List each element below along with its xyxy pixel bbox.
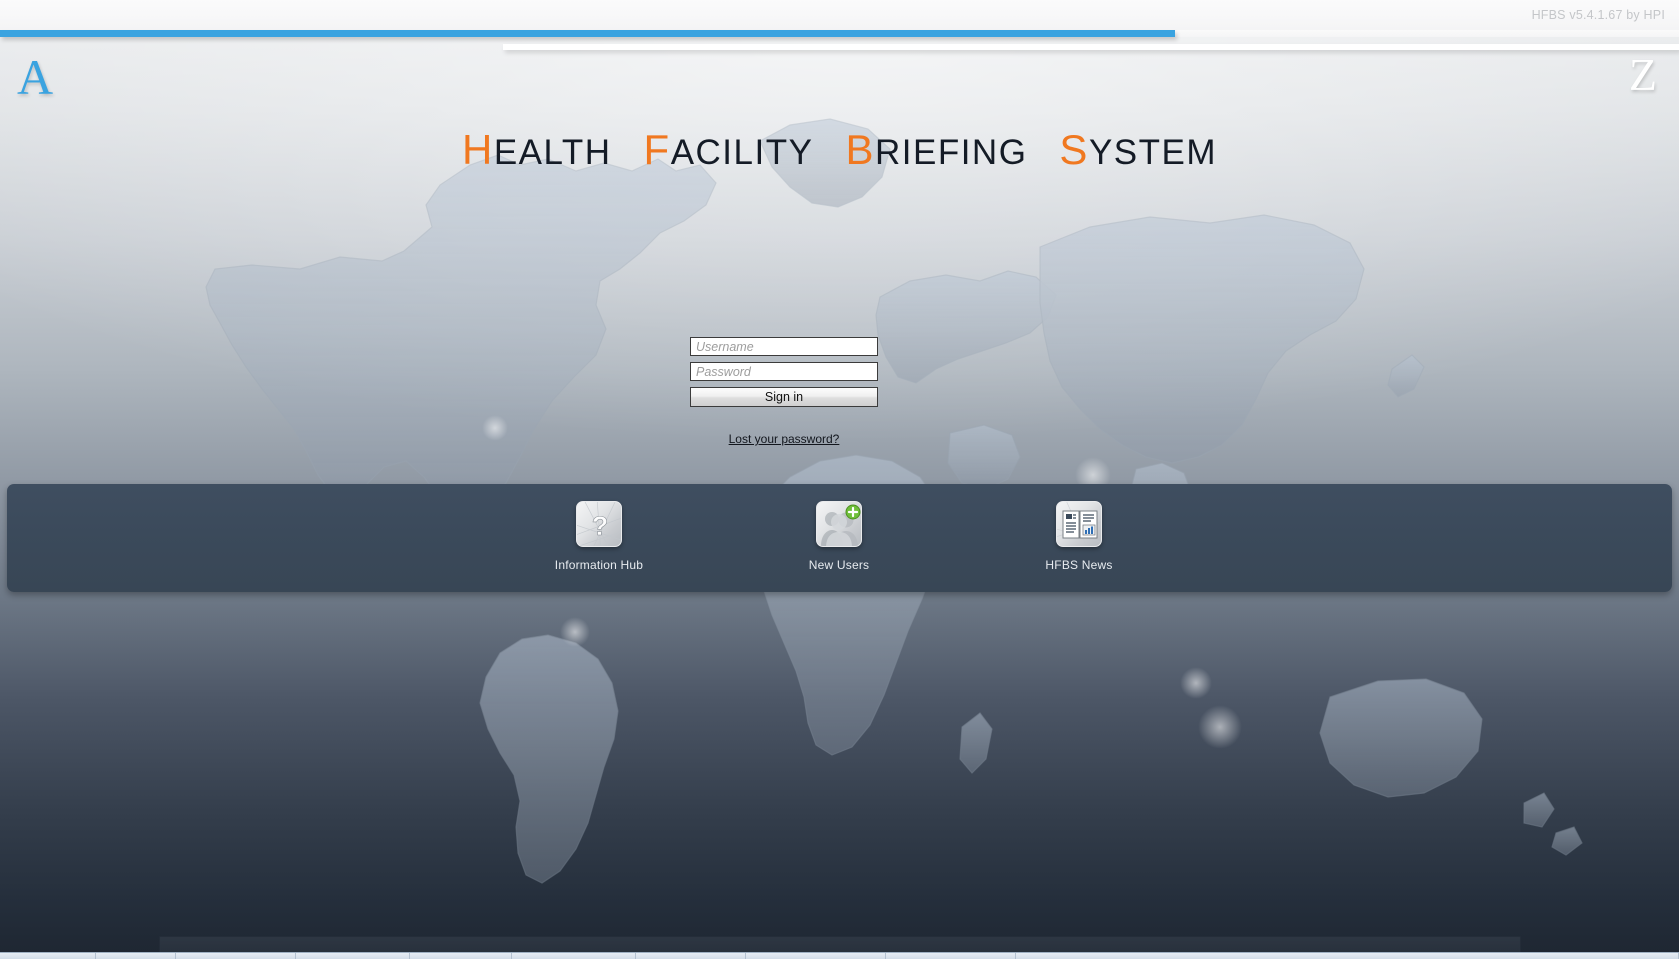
action-item-label: Information Hub <box>554 558 644 572</box>
action-item-new-users[interactable]: New Users <box>759 484 919 572</box>
taskbar-empty-area <box>1016 953 1679 959</box>
taskbar-button[interactable] <box>176 953 296 959</box>
page-title: HEALTH FACILITY BRIEFING SYSTEM <box>0 126 1679 174</box>
title-rest-letters: YSTEM <box>1088 133 1218 172</box>
action-item-hfbs-news[interactable]: HFBS News <box>999 484 1159 572</box>
top-chrome-strip <box>0 0 1679 30</box>
question-mark-icon: ? ? <box>576 501 622 547</box>
title-word-health: HEALTH <box>462 126 612 173</box>
white-accent-rule <box>503 44 1679 50</box>
taskbar-button[interactable] <box>512 953 636 959</box>
action-band-items: ? ? Information Hub New Users HFBS News <box>7 484 1672 592</box>
title-word-briefing: BRIEFING <box>845 126 1028 173</box>
newspaper-icon <box>1056 501 1102 547</box>
blue-accent-rule <box>0 30 1175 37</box>
action-item-label: New Users <box>808 558 870 572</box>
corner-letter-a: A <box>17 49 54 105</box>
action-item-information-hub[interactable]: ? ? Information Hub <box>519 484 679 572</box>
title-lead-letter: S <box>1059 126 1089 173</box>
taskbar-button[interactable] <box>886 953 1016 959</box>
os-taskbar <box>0 952 1679 959</box>
user-add-icon <box>816 501 862 547</box>
title-rest-letters: EALTH <box>493 133 612 172</box>
title-word-system: SYSTEM <box>1059 126 1218 173</box>
taskbar-button[interactable] <box>96 953 176 959</box>
action-item-label: HFBS News <box>1045 558 1113 572</box>
login-page: HFBS v5.4.1.67 by HPI A Z HEALTH FACILIT… <box>0 0 1679 959</box>
taskbar-button[interactable] <box>746 953 886 959</box>
login-form: Sign in <box>690 337 878 407</box>
title-lead-letter: B <box>845 126 875 173</box>
lost-password-link[interactable]: Lost your password? <box>690 432 878 446</box>
svg-text:?: ? <box>592 511 609 541</box>
title-lead-letter: H <box>461 126 494 173</box>
action-band: ? ? Information Hub New Users HFBS News <box>7 484 1672 592</box>
taskbar-button[interactable] <box>0 953 96 959</box>
taskbar-button[interactable] <box>636 953 746 959</box>
title-word-facility: FACILITY <box>644 126 814 173</box>
taskbar-button[interactable] <box>410 953 512 959</box>
title-lead-letter: F <box>643 126 671 173</box>
top-rule-tail <box>1175 30 1679 37</box>
password-input[interactable] <box>690 362 878 381</box>
taskbar-button[interactable] <box>296 953 410 959</box>
username-input[interactable] <box>690 337 878 356</box>
title-rest-letters: RIEFING <box>874 133 1028 172</box>
version-text: HFBS v5.4.1.67 by HPI <box>1531 8 1665 22</box>
title-rest-letters: ACILITY <box>670 133 814 172</box>
sign-in-button[interactable]: Sign in <box>690 387 878 407</box>
corner-letter-z: Z <box>1628 49 1657 100</box>
